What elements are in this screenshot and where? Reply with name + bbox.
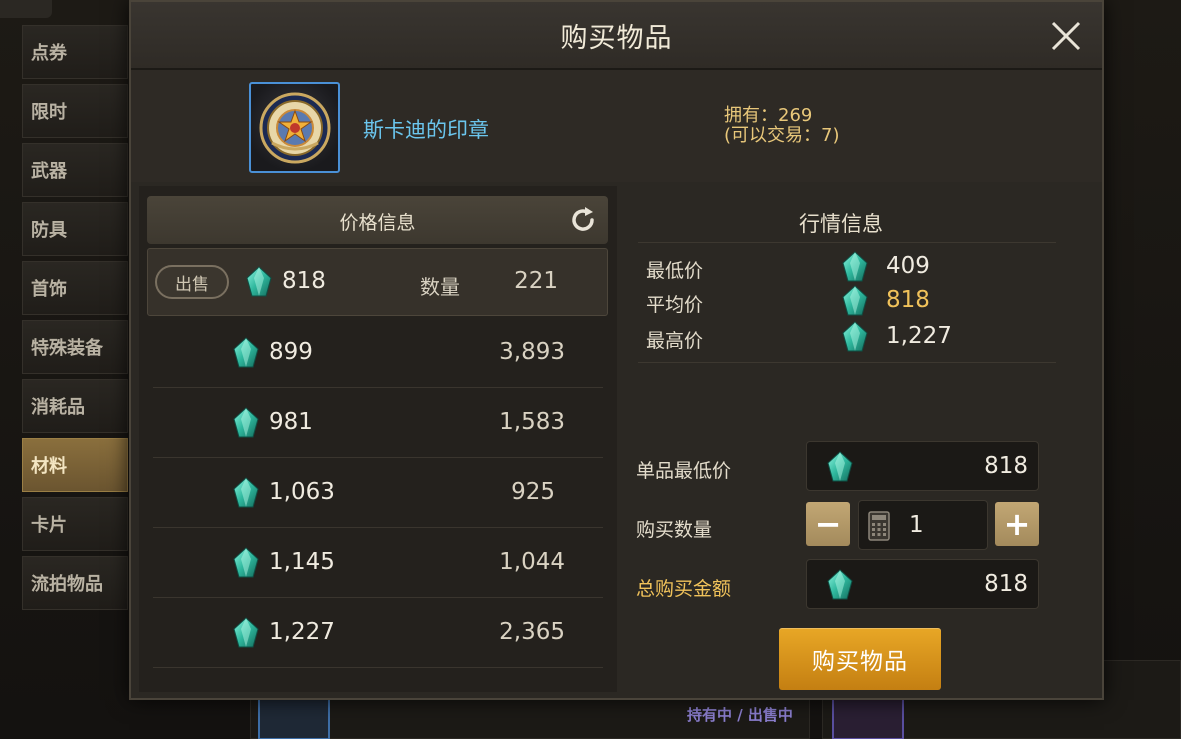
gem-icon — [233, 407, 259, 438]
quantity-value: 1 — [909, 512, 924, 538]
listing-row[interactable]: 1,063 925 — [153, 458, 603, 528]
listing-row[interactable]: 899 3,893 — [153, 318, 603, 388]
lowest-price-label: 最低价 — [646, 260, 704, 282]
gem-icon — [246, 266, 272, 297]
gem-icon — [233, 617, 259, 648]
sidebar-item-label: 卡片 — [31, 515, 67, 536]
item-name: 斯卡迪的印章 — [363, 118, 489, 142]
lowest-price-value: 409 — [886, 253, 930, 279]
background-corner — [0, 0, 52, 18]
sidebar-item-label: 首饰 — [31, 279, 67, 300]
average-price-value: 818 — [886, 287, 930, 313]
total-amount-label: 总购买金额 — [636, 578, 732, 600]
market-info-panel: 行情信息 最低价 409 平均价 818 最高价 1,227 单品最低价 818… — [626, 186, 1096, 692]
listing-quantity: 1,583 — [499, 409, 565, 435]
listing-price: 1,145 — [269, 549, 335, 575]
item-summary: 斯卡迪的印章 拥有：269 (可以交易：7) — [131, 70, 1102, 182]
listing-price: 981 — [269, 409, 313, 435]
sidebar-item-label: 流拍物品 — [31, 574, 103, 595]
buy-item-dialog: 购买物品 斯卡迪的印章 拥有：269 (可以交易：7) 价格信息 出售 818 … — [129, 0, 1104, 700]
listing-row[interactable]: 1,145 1,044 — [153, 528, 603, 598]
sidebar-item-materials[interactable]: 材料 — [22, 438, 128, 492]
sell-button[interactable]: 出售 — [155, 265, 229, 299]
sidebar-item-label: 限时 — [31, 102, 67, 123]
refresh-button[interactable] — [568, 205, 598, 235]
gem-icon — [827, 569, 853, 600]
highest-price-label: 最高价 — [646, 330, 704, 352]
listing-row[interactable]: 1,227 2,365 — [153, 598, 603, 668]
listing-row[interactable]: 981 1,583 — [153, 388, 603, 458]
total-amount-value: 818 — [984, 571, 1028, 597]
sidebar-item-consumables[interactable]: 消耗品 — [22, 379, 128, 433]
listing-price: 899 — [269, 339, 313, 365]
close-button[interactable] — [1046, 16, 1086, 56]
unit-min-price-label: 单品最低价 — [636, 460, 732, 482]
sidebar-item-label: 消耗品 — [31, 397, 85, 418]
sidebar-item-limited[interactable]: 限时 — [22, 84, 128, 138]
purchase-quantity-label: 购买数量 — [636, 519, 713, 541]
increase-quantity-button[interactable]: + — [995, 502, 1039, 546]
gem-icon — [842, 251, 868, 282]
unit-min-price-field: 818 — [806, 441, 1039, 491]
gem-icon — [827, 451, 853, 482]
seal-icon — [259, 92, 330, 163]
quantity-label: 数量 — [420, 275, 460, 299]
tradable-count: (可以交易：7) — [724, 125, 840, 146]
price-info-panel: 价格信息 出售 818 数量 221 899 3,893 981 1,583 1… — [139, 186, 617, 692]
background-item-thumbnail — [258, 700, 330, 739]
price-info-header: 价格信息 — [147, 196, 608, 244]
sidebar-item-unsold[interactable]: 流拍物品 — [22, 556, 128, 610]
listing-quantity: 2,365 — [499, 619, 565, 645]
listing-row-selected[interactable]: 出售 818 数量 221 — [147, 248, 608, 316]
listing-price: 1,227 — [269, 619, 335, 645]
sidebar-item-label: 材料 — [31, 456, 67, 477]
listing-quantity: 925 — [511, 479, 555, 505]
average-price-label: 平均价 — [646, 294, 704, 316]
quantity-input[interactable]: 1 — [858, 500, 988, 550]
category-sidebar: 点券 限时 武器 防具 首饰 特殊装备 消耗品 材料 卡片 流拍物品 — [22, 25, 128, 615]
gem-icon — [233, 477, 259, 508]
listing-price: 1,063 — [269, 479, 335, 505]
refresh-icon — [572, 207, 594, 231]
sidebar-item-label: 防具 — [31, 220, 67, 241]
divider — [638, 362, 1056, 363]
unit-min-price-value: 818 — [984, 453, 1028, 479]
decrease-quantity-button[interactable]: − — [806, 502, 850, 546]
gem-icon — [842, 321, 868, 352]
sidebar-item-armor[interactable]: 防具 — [22, 202, 128, 256]
sidebar-item-label: 武器 — [31, 161, 67, 182]
listing-quantity: 1,044 — [499, 549, 565, 575]
market-info-title: 行情信息 — [799, 212, 883, 236]
gem-icon — [233, 337, 259, 368]
sidebar-item-label: 点券 — [31, 43, 67, 64]
listing-quantity: 3,893 — [499, 339, 565, 365]
sidebar-item-cards[interactable]: 卡片 — [22, 497, 128, 551]
calculator-icon — [868, 511, 890, 541]
background-status-text: 持有中 / 出售中 — [687, 706, 793, 724]
divider — [638, 242, 1056, 243]
price-info-title: 价格信息 — [339, 212, 416, 234]
total-amount-field: 818 — [806, 559, 1039, 609]
item-icon-frame — [249, 82, 340, 173]
sidebar-item-accessories[interactable]: 首饰 — [22, 261, 128, 315]
sidebar-item-weapons[interactable]: 武器 — [22, 143, 128, 197]
dialog-title: 购买物品 — [560, 23, 673, 54]
owned-count: 拥有：269 — [724, 105, 813, 126]
listing-price: 818 — [282, 268, 326, 294]
dialog-header: 购买物品 — [131, 2, 1102, 70]
sidebar-item-coupons[interactable]: 点券 — [22, 25, 128, 79]
gem-icon — [233, 547, 259, 578]
item-ownership: 拥有：269 (可以交易：7) — [724, 106, 840, 146]
sidebar-item-special-equipment[interactable]: 特殊装备 — [22, 320, 128, 374]
close-icon — [1051, 21, 1081, 51]
buy-item-button[interactable]: 购买物品 — [779, 628, 941, 690]
background-item-thumbnail — [832, 700, 904, 739]
listing-quantity: 221 — [514, 268, 558, 294]
gem-icon — [842, 285, 868, 316]
highest-price-value: 1,227 — [886, 323, 952, 349]
sidebar-item-label: 特殊装备 — [31, 338, 103, 359]
